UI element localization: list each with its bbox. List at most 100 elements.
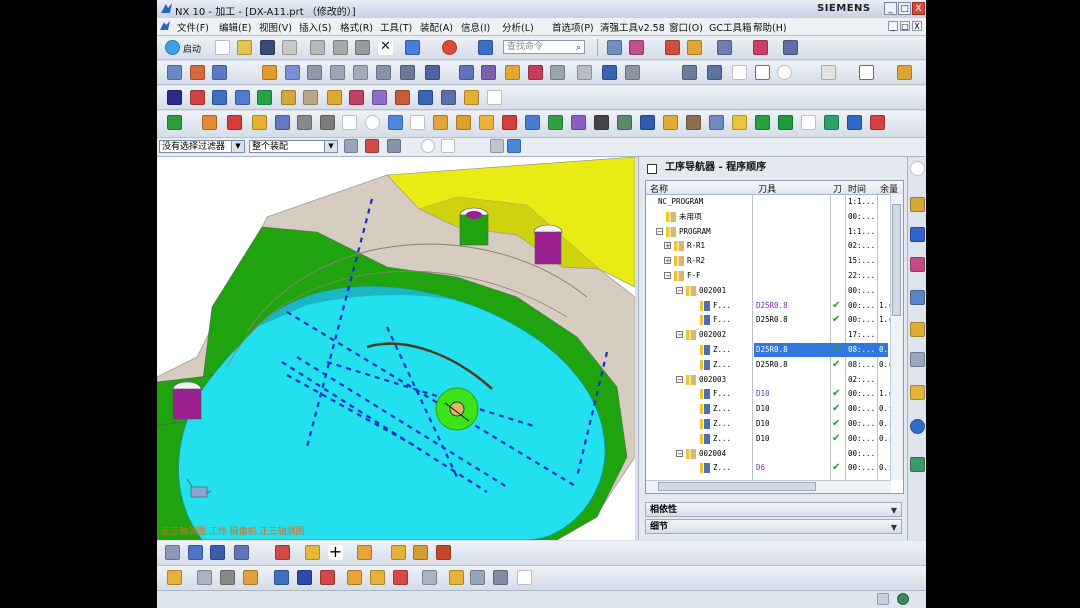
object-icon[interactable]: [481, 65, 496, 80]
tree-row[interactable]: Z... D10 ✔ 00:... 0.:: [646, 417, 893, 431]
tree-row[interactable]: F... D25R0.8 ✔ 00:... 1.(: [646, 313, 893, 327]
list-toolpath-icon[interactable]: [330, 65, 345, 80]
checkbox-icon[interactable]: [550, 65, 565, 80]
nx-menu-icon[interactable]: [159, 20, 171, 32]
layer-settings-icon[interactable]: [607, 40, 622, 55]
start-icon[interactable]: [165, 40, 180, 55]
link-view-icon[interactable]: [449, 570, 464, 585]
role-icon[interactable]: [910, 457, 925, 472]
cut-icon[interactable]: [310, 40, 325, 55]
maximize-button[interactable]: □: [898, 2, 911, 15]
menu-tools[interactable]: 工具(T): [380, 20, 412, 34]
menu-preferences[interactable]: 首选项(P): [552, 20, 594, 34]
tree-row[interactable]: 未用项 00:...: [646, 210, 888, 224]
menu-info[interactable]: 信息(I): [461, 20, 490, 34]
export-icon[interactable]: [502, 115, 517, 130]
tree-row[interactable]: + R-R1 02:...: [646, 239, 888, 253]
create-op-icon[interactable]: [202, 115, 217, 130]
measure-distance-icon[interactable]: [753, 40, 768, 55]
redo-icon[interactable]: [442, 40, 457, 55]
flowcut-icon[interactable]: [487, 90, 502, 105]
tree-row[interactable]: − 002001 00:...: [646, 284, 888, 298]
pin-icon[interactable]: [647, 164, 657, 174]
grid-icon[interactable]: [197, 570, 212, 585]
explode-icon[interactable]: [243, 570, 258, 585]
work-view-icon[interactable]: [859, 65, 874, 80]
print-icon[interactable]: [282, 40, 297, 55]
collapse-icon[interactable]: −: [664, 272, 671, 280]
block-view-icon[interactable]: [220, 570, 235, 585]
collapse-icon[interactable]: −: [676, 375, 683, 383]
menu-analysis[interactable]: 分析(L): [502, 20, 534, 34]
link-icon[interactable]: [548, 115, 563, 130]
tree-row[interactable]: − 002004 00:...: [646, 447, 888, 461]
cube-view-icon[interactable]: [507, 139, 521, 153]
wireframe-view-icon[interactable]: [755, 65, 770, 80]
tool-icon[interactable]: [470, 570, 485, 585]
replace-icon[interactable]: [393, 570, 408, 585]
stack-icon[interactable]: [617, 115, 632, 130]
search-icon[interactable]: ⌕: [576, 42, 581, 54]
point-icon[interactable]: [421, 139, 435, 153]
column-time[interactable]: 时间: [848, 182, 866, 195]
tree-row[interactable]: Z... D25R0.8 ✔ 08:... 0.(: [646, 343, 893, 357]
scroll-thumb[interactable]: [892, 204, 901, 316]
create-tool-icon[interactable]: [190, 65, 205, 80]
tree-row[interactable]: − PROGRAM 1:1...: [646, 225, 888, 239]
tool-view-icon[interactable]: [235, 90, 250, 105]
gear-icon[interactable]: [910, 161, 925, 176]
check-icon[interactable]: [167, 115, 182, 130]
filter-icon[interactable]: [344, 139, 358, 153]
snap-icon[interactable]: [707, 65, 722, 80]
selection-filter-dropdown[interactable]: 没有选择过滤器 ▼: [159, 140, 245, 153]
menu-file[interactable]: 文件(F): [177, 20, 209, 34]
wheel-icon[interactable]: [517, 570, 532, 585]
menu-help[interactable]: 帮助(H): [753, 20, 787, 34]
point-filter-icon[interactable]: [687, 40, 702, 55]
cylinder-icon[interactable]: [433, 115, 448, 130]
web-browser-icon[interactable]: [910, 419, 925, 434]
view-icon[interactable]: [682, 65, 697, 80]
save-icon[interactable]: [260, 40, 275, 55]
undo-icon[interactable]: [405, 40, 420, 55]
extrude-icon[interactable]: [663, 115, 678, 130]
column-name[interactable]: 名称: [650, 182, 668, 195]
tag-icon[interactable]: [190, 90, 205, 105]
selection-arrow-icon[interactable]: [821, 65, 836, 80]
operation-navigator-icon[interactable]: [910, 290, 925, 305]
close-button[interactable]: X: [912, 2, 925, 15]
menu-window[interactable]: 窗口(O): [669, 20, 703, 34]
constraint-navigator-icon[interactable]: [910, 227, 925, 242]
ipw-icon[interactable]: [528, 65, 543, 80]
tree-row[interactable]: − F-F 22:...: [646, 269, 888, 283]
column-path[interactable]: 刀: [833, 182, 842, 195]
collapse-icon[interactable]: −: [656, 227, 663, 235]
menu-edit[interactable]: 编辑(E): [219, 20, 251, 34]
ruler-icon[interactable]: [783, 40, 798, 55]
dependencies-panel[interactable]: 相依性 ▼: [645, 502, 902, 517]
green-rect-icon[interactable]: [778, 115, 793, 130]
align-icon[interactable]: [347, 570, 362, 585]
wand-icon[interactable]: [274, 570, 289, 585]
graphics-viewport[interactable]: 正三轴测图 工作 摄像机 正三轴测图: [157, 157, 635, 540]
menu-qingqiang-tools[interactable]: 清强工具v2.58: [600, 20, 665, 34]
plate-icon[interactable]: [320, 115, 335, 130]
reuse-library-icon[interactable]: [910, 352, 925, 367]
collapse-icon[interactable]: −: [676, 286, 683, 294]
tree-row[interactable]: − 002002 17:...: [646, 328, 888, 342]
menu-insert[interactable]: 插入(S): [299, 20, 331, 34]
tree-row[interactable]: + R-R2 15:...: [646, 254, 888, 268]
minimize-button[interactable]: _: [884, 2, 897, 15]
scale-icon[interactable]: [320, 570, 335, 585]
revolve-icon[interactable]: [686, 115, 701, 130]
method-icon[interactable]: [425, 65, 440, 80]
link-icon[interactable]: [305, 545, 320, 560]
tools-icon[interactable]: [436, 545, 451, 560]
orientation-icon[interactable]: [625, 65, 640, 80]
method-view-icon[interactable]: [212, 90, 227, 105]
stop-icon[interactable]: [227, 115, 242, 130]
replay-toolpath-icon[interactable]: [285, 65, 300, 80]
assembly-navigator-icon[interactable]: [910, 197, 925, 212]
settings-icon[interactable]: [870, 115, 885, 130]
pick-icon[interactable]: [387, 139, 401, 153]
